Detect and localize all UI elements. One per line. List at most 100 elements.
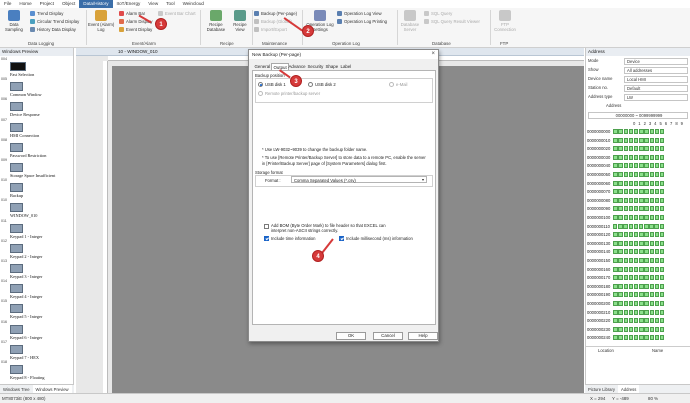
recipe-database-button[interactable]: Recipe Database [204,10,228,32]
usb2-radio[interactable] [308,82,313,87]
format-select[interactable]: Comma Separated Values (*.csv) ▾ [291,176,427,183]
data-sampling-button[interactable]: Data Sampling [3,10,25,32]
sql-query-result-button[interactable]: SQL Query Result Viewer [424,19,480,24]
menu-tool[interactable]: Tool [162,0,178,8]
tab-advance[interactable]: Advance [287,63,307,70]
tab-security[interactable]: Security [306,63,325,70]
window-thumbnail[interactable] [10,223,23,233]
menu-data-history[interactable]: Data/History [79,0,113,8]
ftp-connection-button[interactable]: FTP Connection [493,10,517,32]
address-row[interactable]: 0000000230 [587,326,687,333]
address-row[interactable]: 0000000080 [587,197,687,204]
tab-shape[interactable]: Shape [324,63,340,70]
address-row[interactable]: 0000000120 [587,231,687,238]
op-log-printing-button[interactable]: Operation Log Printing [337,19,387,24]
address-row[interactable]: 0000000170 [587,274,687,281]
tab-general[interactable]: General [253,63,272,70]
window-thumbnail[interactable] [10,243,23,253]
menu-view[interactable]: View [144,0,162,8]
address-row[interactable]: 0000000150 [587,257,687,264]
address-row[interactable]: 0000000110 [587,223,687,230]
menu-project[interactable]: Project [36,0,58,8]
window-label[interactable]: Common Window [10,92,42,97]
address-row[interactable]: 0000000200 [587,300,687,307]
op-log-view-button[interactable]: Operation Log View [337,11,382,16]
remote-radio[interactable] [258,91,263,96]
window-thumbnail[interactable] [10,163,23,172]
cancel-button[interactable]: Cancel [373,332,403,340]
tab-windows-preview[interactable]: Windows Preview [32,385,72,393]
database-server-button[interactable]: Database Server [399,10,421,32]
window-thumbnail[interactable] [10,82,23,92]
circular-trend-button[interactable]: Circular Trend Display [30,19,79,24]
bom-checkbox[interactable] [264,224,269,229]
help-button[interactable]: Help [408,332,438,340]
window-thumbnail[interactable] [10,183,23,193]
include-time-checkbox[interactable] [264,236,269,241]
show-select[interactable]: All addresses [624,66,688,74]
window-label[interactable]: Keypad 2 - Integer [10,254,42,259]
tab-windows-tree[interactable]: Windows Tree [0,385,33,393]
window-thumbnail[interactable] [10,122,23,132]
window-label[interactable]: Password Restriction [10,153,46,158]
window-thumbnail[interactable] [10,142,23,152]
window-label[interactable]: Keypad 6 - Integer [10,335,42,340]
trend-display-button[interactable]: Trend Display [30,11,63,16]
address-row[interactable]: 0000000060 [587,180,687,187]
include-ms-checkbox[interactable] [339,236,344,241]
event-log-button[interactable]: Event (Alarm) Log [88,10,114,32]
address-row[interactable]: 0000000050 [587,171,687,178]
window-thumbnail[interactable] [10,203,23,213]
document-tab[interactable]: 10 - WINDOW_010 [118,48,158,56]
address-row[interactable]: 0000000100 [587,214,687,221]
menu-object[interactable]: Object [58,0,79,8]
window-label[interactable]: WINDOW_010 [10,213,37,218]
window-label[interactable]: Keypad 7 - HEX [10,355,39,360]
window-label[interactable]: HMI Connection [10,133,39,138]
import-export-button[interactable]: Import/Export [254,27,287,32]
window-label[interactable]: Keypad 5 - Integer [10,314,42,319]
tab-picture-library[interactable]: Picture Library [585,385,618,393]
menu-file[interactable]: File [0,0,15,8]
window-thumbnail[interactable] [10,344,23,354]
usb1-radio[interactable] [258,82,263,87]
ok-button[interactable]: OK [336,332,366,340]
recipe-view-button[interactable]: Recipe View [230,10,250,32]
address-row[interactable]: 0000000190 [587,291,687,298]
menu-weincloud[interactable]: Weincloud [179,0,208,8]
window-label[interactable]: Backup [10,193,23,198]
window-label[interactable]: Keypad 8 - Floating [10,375,45,380]
address-row[interactable]: 0000000000 [587,128,687,135]
address-row[interactable]: 0000000030 [587,154,687,161]
window-label[interactable]: Device Response [10,112,40,117]
window-label[interactable]: Fast Selection [10,72,34,77]
window-thumbnail[interactable] [10,304,23,314]
address-row[interactable]: 0000000180 [587,283,687,290]
window-thumbnail[interactable] [10,62,26,71]
window-thumbnail[interactable] [10,324,23,334]
address-row[interactable]: 0000000240 [587,334,687,341]
close-icon[interactable]: × [431,50,435,59]
email-radio[interactable] [389,82,394,87]
window-label[interactable]: Keypad 4 - Integer [10,294,42,299]
address-row[interactable]: 0000000160 [587,266,687,273]
sql-query-button[interactable]: SQL Query [424,11,452,16]
address-row[interactable]: 0000000140 [587,248,687,255]
address-row[interactable]: 0000000070 [587,188,687,195]
window-thumbnail[interactable] [10,102,23,112]
history-data-button[interactable]: History Data Display [30,27,76,32]
station-select[interactable]: Default [624,84,688,92]
address-row[interactable]: 0000000090 [587,205,687,212]
event-bar-chart-button[interactable]: Event Bar Chart [158,11,196,16]
address-row[interactable]: 0000000020 [587,145,687,152]
address-row[interactable]: 0000000040 [587,162,687,169]
backup-per-page-button[interactable]: Backup (Per-page) [254,11,297,16]
tab-label[interactable]: Label [339,63,353,70]
window-thumbnail[interactable] [10,365,23,374]
event-display-button[interactable]: Event Display [119,27,152,32]
window-label[interactable]: Keypad 1 - Integer [10,234,42,239]
address-range-select[interactable]: 00000000 ~ 0099999999 [588,111,688,119]
tab-address[interactable]: Address [618,385,640,393]
window-label[interactable]: Keypad 3 - Integer [10,274,42,279]
address-row[interactable]: 0000000130 [587,240,687,247]
